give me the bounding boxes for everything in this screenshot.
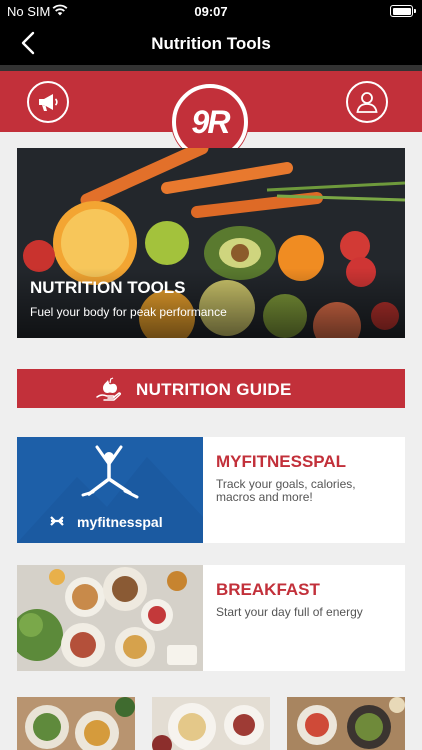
- meal-tile[interactable]: [152, 697, 270, 750]
- user-icon: [356, 92, 378, 113]
- card-title: BREAKFAST: [216, 580, 320, 599]
- page-title: Nutrition Tools: [151, 34, 271, 53]
- nav-bar: Nutrition Tools: [0, 22, 422, 65]
- meal-tile[interactable]: [17, 697, 135, 750]
- breakfast-thumbnail: [17, 565, 203, 671]
- myfitnesspal-wordmark: myfitnesspal: [77, 514, 163, 530]
- announcements-button[interactable]: [27, 81, 69, 123]
- meal-photo: [287, 697, 405, 750]
- nutrition-guide-button[interactable]: NUTRITION GUIDE: [17, 369, 405, 408]
- meal-tile[interactable]: [287, 697, 405, 750]
- breakfast-card[interactable]: BREAKFAST Start your day full of energy: [17, 565, 405, 671]
- megaphone-icon: [39, 94, 58, 111]
- nutrition-guide-label: NUTRITION GUIDE: [136, 380, 292, 399]
- hero-banner[interactable]: NUTRITION TOOLS Fuel your body for peak …: [17, 148, 405, 338]
- meal-photo: [152, 697, 270, 750]
- card-title: MYFITNESSPAL: [216, 452, 347, 471]
- card-description: Start your day full of energy: [216, 605, 363, 619]
- apple-hand-icon: [96, 377, 122, 401]
- breakfast-photo: [17, 565, 203, 671]
- card-description: Track your goals, calories, macros and m…: [216, 477, 356, 504]
- meal-photo: [17, 697, 135, 750]
- hero-title: NUTRITION TOOLS: [30, 278, 186, 297]
- logo-text: 9R: [191, 104, 231, 140]
- battery-icon: [390, 5, 416, 17]
- hero-subtitle: Fuel your body for peak performance: [30, 305, 227, 319]
- meal-tiles: [17, 697, 405, 750]
- clock: 09:07: [194, 4, 228, 19]
- status-bar: No SIM 09:07: [0, 0, 422, 22]
- profile-button[interactable]: [346, 81, 388, 123]
- myfitnesspal-card[interactable]: myfitnesspal MYFITNESSPAL Track your goa…: [17, 437, 405, 543]
- myfitnesspal-thumbnail: myfitnesspal: [17, 437, 203, 543]
